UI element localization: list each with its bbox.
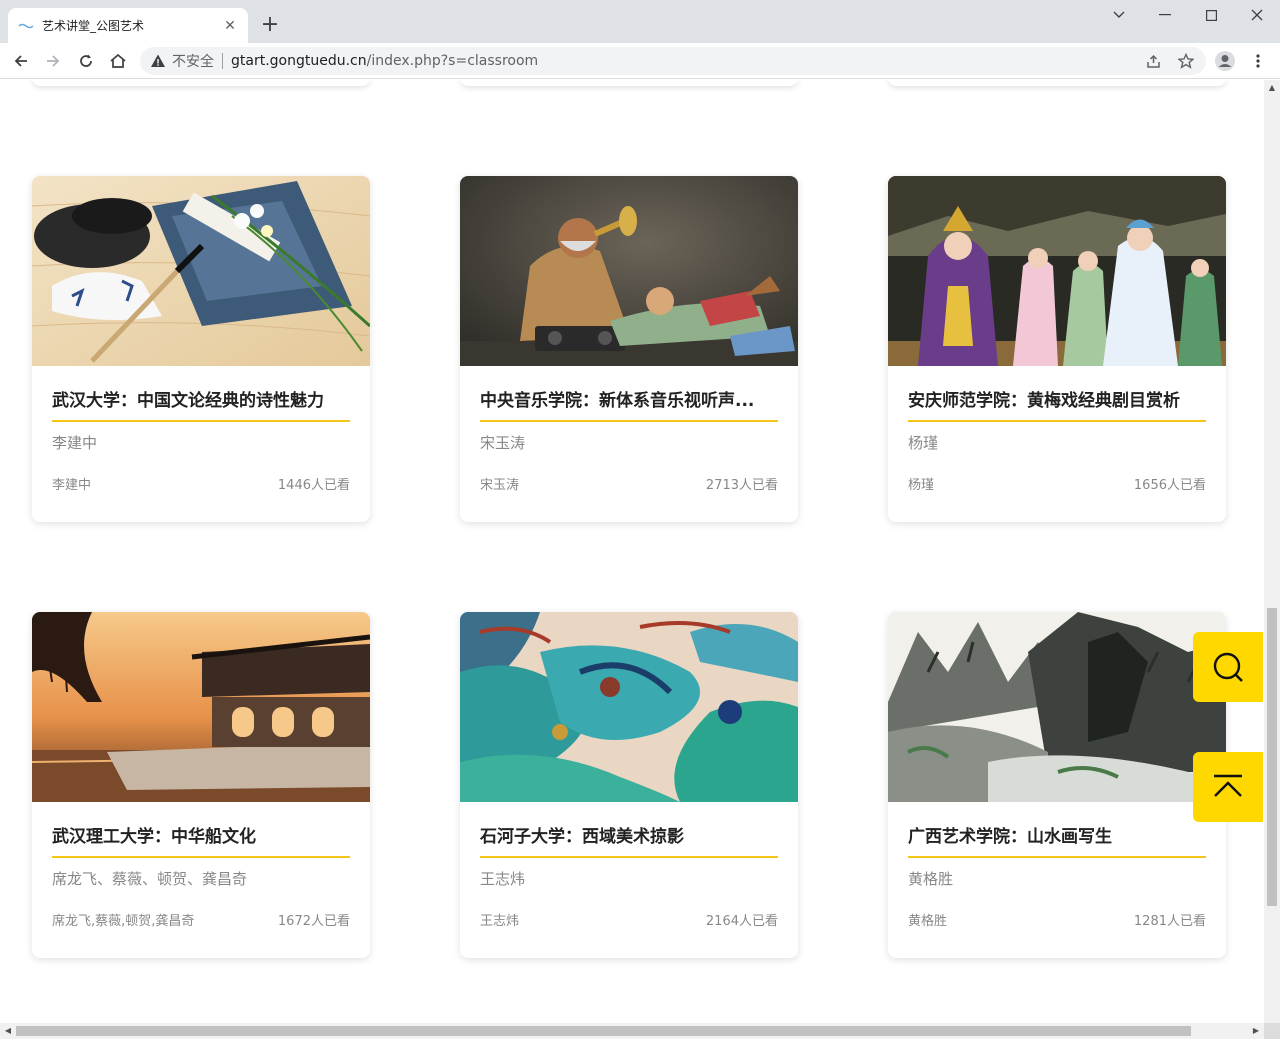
scrollbar-corner [1264, 1023, 1280, 1039]
course-author: 李建中 [52, 478, 92, 493]
divider [222, 53, 223, 69]
course-card[interactable]: 中央音乐学院：新体系音乐视听声... 宋玉涛 宋玉涛 2713人已看 [460, 176, 798, 522]
course-card[interactable]: 武汉理工大学：中华船文化 席龙飞、蔡薇、顿贺、龚昌奇 席龙飞,蔡薇,顿贺,龚昌奇… [32, 612, 370, 958]
scroll-left-arrow-icon[interactable]: ◀ [0, 1023, 16, 1039]
course-author: 杨瑾 [908, 478, 935, 493]
course-title[interactable]: 武汉理工大学：中华船文化 [52, 822, 350, 847]
security-status-label[interactable]: 不安全 [172, 51, 214, 71]
back-button[interactable] [9, 49, 33, 73]
vertical-scroll-thumb[interactable] [1267, 608, 1277, 906]
course-title[interactable]: 广西艺术学院：山水画写生 [908, 822, 1206, 847]
close-icon [1251, 9, 1263, 21]
share-icon [1147, 54, 1160, 68]
title-underline [908, 856, 1206, 858]
course-author: 王志炜 [480, 914, 520, 929]
maximize-icon [1205, 9, 1217, 21]
profile-button[interactable] [1213, 49, 1237, 73]
course-card-partial[interactable] [460, 80, 798, 86]
tab-title: 艺术讲堂_公图艺术 [42, 19, 145, 33]
star-icon [1178, 53, 1194, 69]
course-thumbnail-opera-stage[interactable] [888, 176, 1226, 366]
browser-menu-button[interactable] [1246, 49, 1270, 73]
reload-button[interactable] [74, 49, 98, 73]
title-underline [52, 856, 350, 858]
course-card[interactable]: 安庆师范学院：黄梅戏经典剧目赏析 杨瑾 杨瑾 1656人已看 [888, 176, 1226, 522]
course-thumbnail-landscape[interactable] [888, 612, 1226, 802]
arrow-right-icon [47, 55, 60, 67]
search-icon [1213, 652, 1243, 682]
title-underline [908, 420, 1206, 422]
back-to-top-button[interactable] [1193, 752, 1263, 822]
close-tab-icon[interactable]: ✕ [222, 18, 238, 34]
chevron-down-icon [1113, 11, 1125, 18]
course-card[interactable]: 石河子大学：西域美术掠影 王志炜 王志炜 2164人已看 [460, 612, 798, 958]
share-button[interactable] [1142, 49, 1166, 73]
title-underline [480, 856, 778, 858]
url-path: /index.php?s=classroom [366, 53, 539, 69]
course-teacher: 杨瑾 [908, 434, 939, 452]
home-icon [110, 53, 126, 68]
scroll-right-arrow-icon[interactable]: ▶ [1248, 1023, 1264, 1039]
vertical-scrollbar[interactable]: ▲ [1264, 80, 1280, 1023]
course-teacher: 王志炜 [480, 870, 526, 888]
floating-search-button[interactable] [1193, 632, 1263, 702]
title-underline [52, 420, 350, 422]
course-card-partial[interactable] [888, 80, 1226, 86]
browser-tab[interactable]: 艺术讲堂_公图艺术 ✕ [8, 8, 248, 43]
browser-tab-strip: 艺术讲堂_公图艺术 ✕ + [0, 0, 1280, 43]
course-card-partial[interactable] [32, 80, 370, 86]
view-count: 1656人已看 [1133, 478, 1206, 493]
home-button[interactable] [106, 49, 130, 73]
maximize-button[interactable] [1188, 0, 1234, 30]
course-card[interactable]: 武汉大学：中国文论经典的诗性魅力 李建中 李建中 1446人已看 [32, 176, 370, 522]
view-count: 2164人已看 [705, 914, 778, 929]
page-viewport: 武汉大学：中国文论经典的诗性魅力 李建中 李建中 1446人已看 中央音乐学院：… [0, 80, 1264, 1023]
browser-toolbar: 不安全 gtart.gongtuedu.cn/index.php?s=class… [0, 43, 1280, 79]
tab-search-button[interactable] [1096, 0, 1142, 30]
course-title[interactable]: 中央音乐学院：新体系音乐视听声... [480, 386, 778, 411]
bookmark-button[interactable] [1174, 49, 1198, 73]
course-title[interactable]: 安庆师范学院：黄梅戏经典剧目赏析 [908, 386, 1206, 411]
view-count: 1281人已看 [1133, 914, 1206, 929]
back-to-top-icon [1214, 774, 1242, 797]
avatar-icon [1215, 51, 1235, 71]
title-underline [480, 420, 778, 422]
site-favicon-icon [18, 18, 34, 34]
course-thumbnail-clay-figure[interactable] [460, 176, 798, 366]
more-vertical-icon [1256, 54, 1260, 68]
reload-icon [80, 54, 92, 67]
scroll-up-arrow-icon[interactable]: ▲ [1264, 80, 1280, 96]
course-author: 黄格胜 [908, 914, 948, 929]
view-count: 2713人已看 [705, 478, 778, 493]
minimize-icon [1159, 14, 1171, 16]
new-tab-button[interactable]: + [258, 13, 282, 37]
horizontal-scrollbar[interactable]: ◀ ▶ [0, 1023, 1264, 1039]
url-host: gtart.gongtuedu.cn [231, 53, 367, 69]
view-count: 1446人已看 [277, 478, 350, 493]
course-teacher: 李建中 [52, 434, 98, 452]
course-thumbnail-ink-book[interactable] [32, 176, 370, 366]
course-author: 宋玉涛 [480, 478, 520, 493]
warning-icon [151, 54, 165, 67]
course-author: 席龙飞,蔡薇,顿贺,龚昌奇 [52, 914, 195, 929]
course-teacher: 宋玉涛 [480, 434, 526, 452]
course-thumbnail-marble-boat[interactable] [32, 612, 370, 802]
course-teacher: 席龙飞、蔡薇、顿贺、龚昌奇 [52, 870, 248, 888]
course-teacher: 黄格胜 [908, 870, 954, 888]
course-title[interactable]: 武汉大学：中国文论经典的诗性魅力 [52, 386, 350, 411]
minimize-button[interactable] [1142, 0, 1188, 30]
horizontal-scroll-thumb[interactable] [16, 1026, 1191, 1036]
close-window-button[interactable] [1234, 0, 1280, 30]
course-title[interactable]: 石河子大学：西域美术掠影 [480, 822, 778, 847]
course-card[interactable]: 广西艺术学院：山水画写生 黄格胜 黄格胜 1281人已看 [888, 612, 1226, 958]
address-bar[interactable]: 不安全 gtart.gongtuedu.cn/index.php?s=class… [140, 47, 1206, 75]
course-thumbnail-mural[interactable] [460, 612, 798, 802]
view-count: 1672人已看 [277, 914, 350, 929]
forward-button[interactable] [41, 49, 65, 73]
arrow-left-icon [14, 55, 27, 67]
